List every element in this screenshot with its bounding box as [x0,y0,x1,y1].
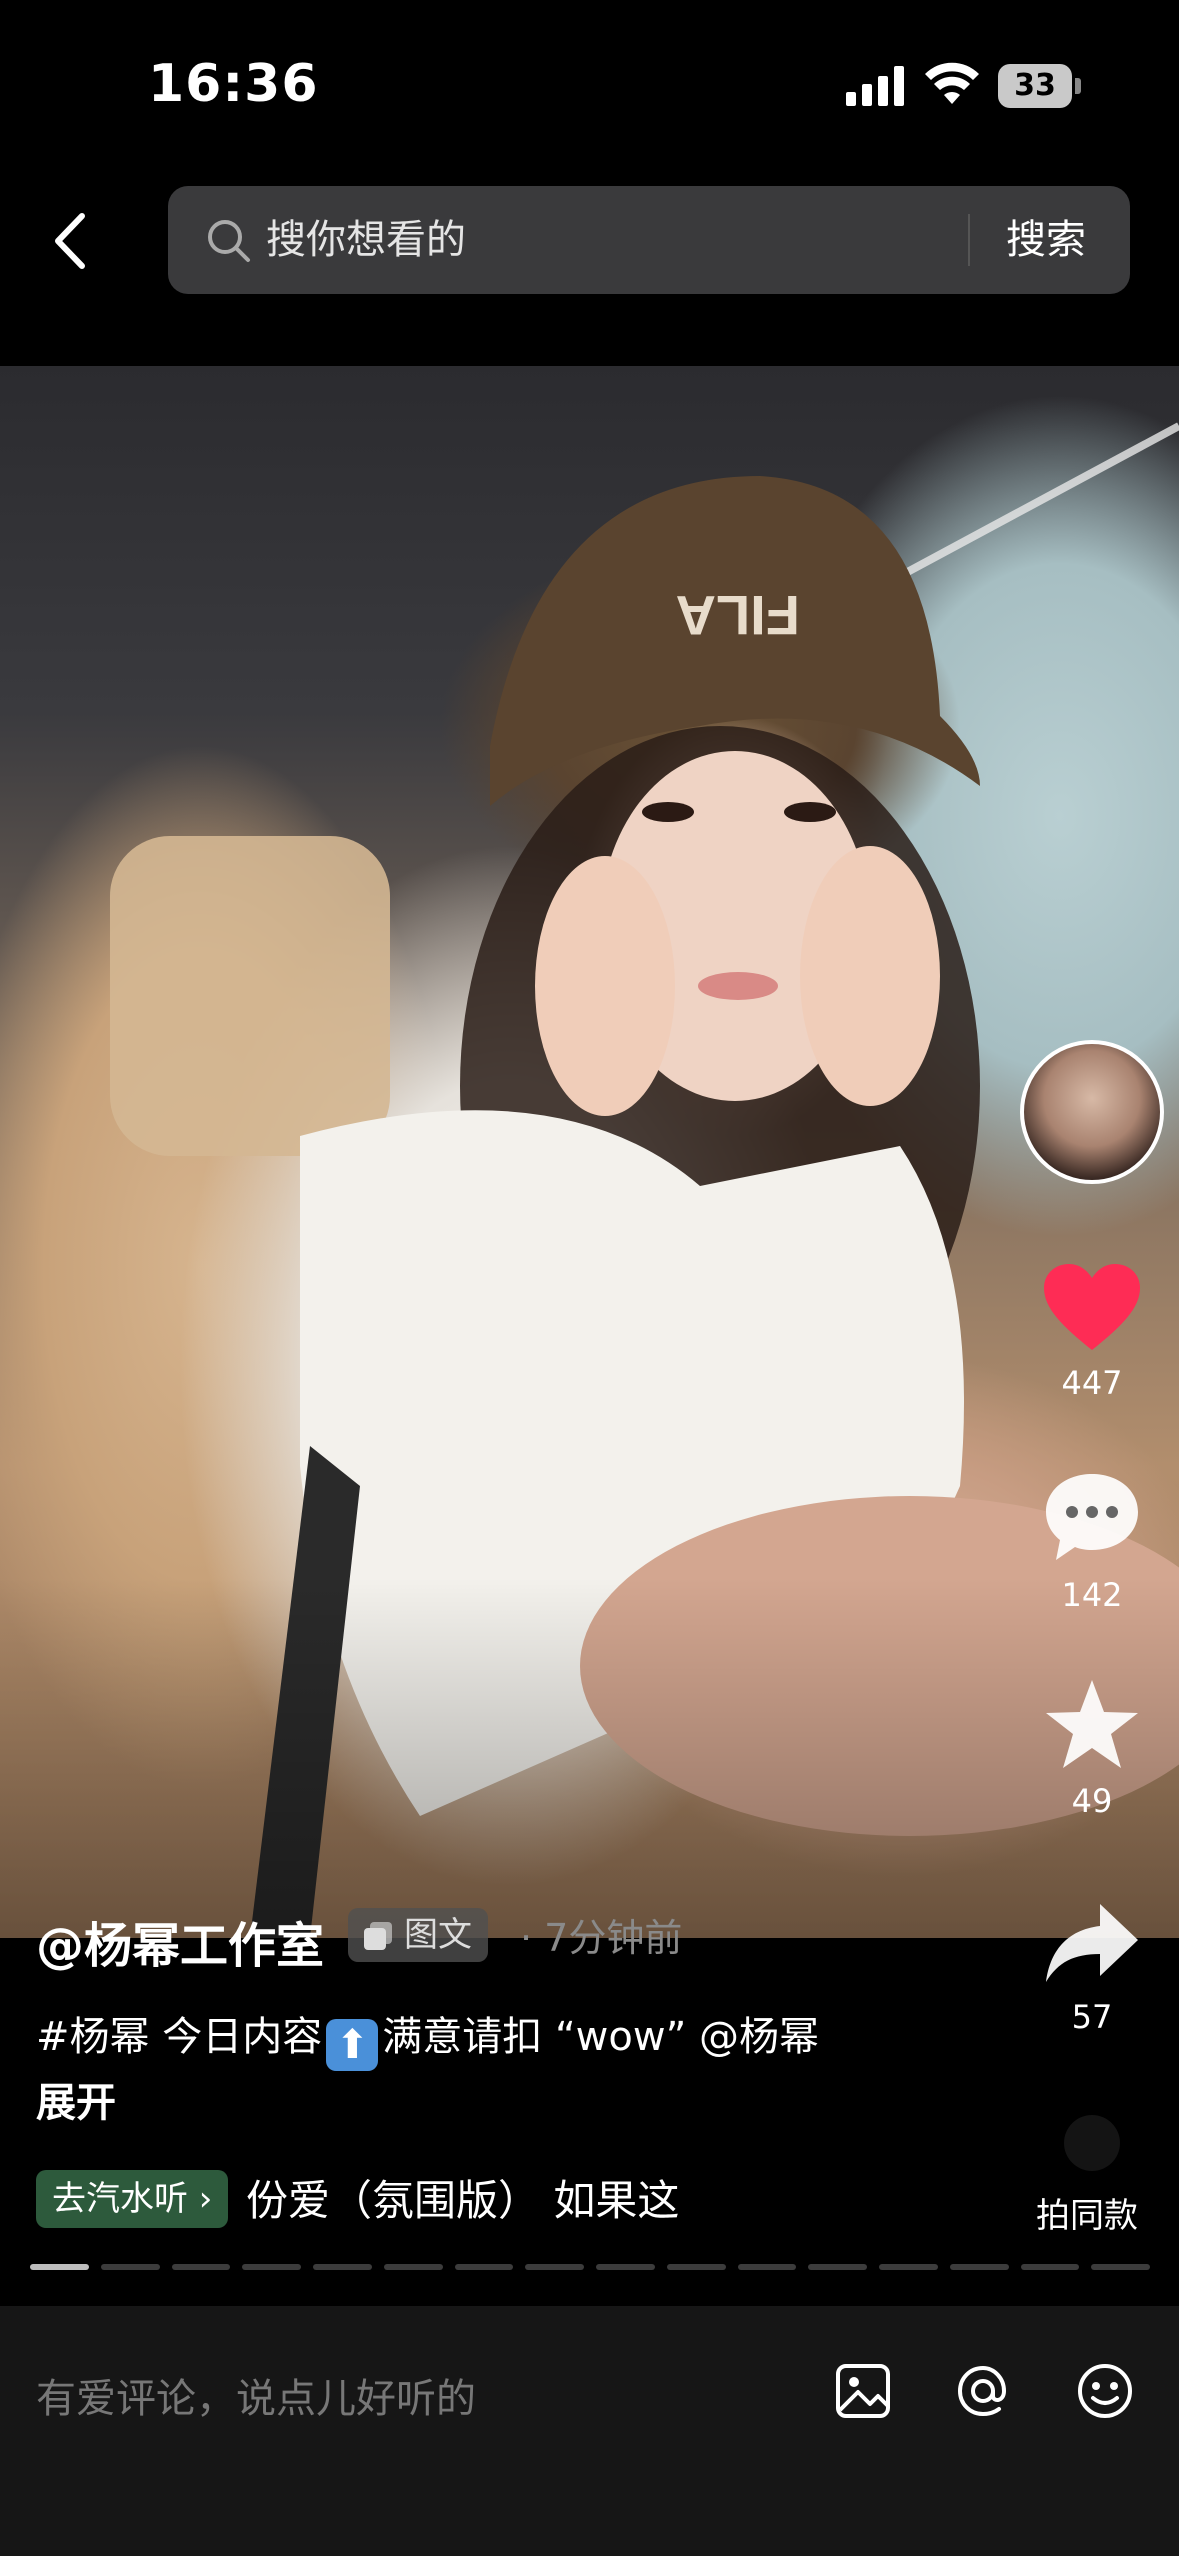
comment-bar: 有爱评论，说点儿好听的 [0,2306,1179,2556]
like-button[interactable]: 447 [1030,1262,1154,1402]
up-arrow-emoji: ⬆ [326,2019,379,2071]
favorite-count: 49 [1071,1782,1113,1820]
same-style-button[interactable]: 拍同款 [1036,2188,1138,2237]
progress-segment [666,2264,726,2270]
gallery-icon [364,1922,392,1950]
progress-segment [313,2264,372,2270]
search-button[interactable]: 搜索 [1006,186,1086,294]
progress-segment [454,2264,514,2270]
share-count: 57 [1071,1998,1113,2036]
image-progress-indicator [30,2264,1150,2272]
post-image[interactable]: FILA [0,366,1179,1938]
progress-segment [525,2264,584,2270]
progress-segment [171,2264,231,2270]
star-icon [1046,1680,1138,1768]
battery-level: 33 [998,64,1072,108]
progress-segment [949,2264,1009,2270]
progress-segment [383,2264,443,2270]
post-type-badge: 图文 [348,1908,488,1962]
back-arrow-icon[interactable] [40,206,100,276]
expand-caption-button[interactable]: 展开 [36,2070,116,2128]
progress-segment [100,2264,160,2270]
post-type-label: 图文 [404,1915,472,1955]
image-icon[interactable] [830,2358,896,2424]
search-divider [968,214,970,266]
caption-text-end: 满意请扣 “wow” @杨幂 [382,2014,820,2060]
wifi-icon [925,62,979,104]
post-caption[interactable]: #杨幂 今日内容 ⬆ 满意请扣 “wow” @杨幂 [36,2004,819,2071]
progress-segment [30,2264,89,2270]
status-bar: 16:36 33 [0,0,1179,170]
progress-segment [1020,2264,1080,2270]
progress-segment [242,2264,301,2270]
search-header: 搜你想看的 搜索 [0,170,1179,366]
progress-segment [596,2264,655,2270]
heart-icon [1044,1264,1140,1350]
progress-segment [737,2264,797,2270]
progress-segment [1091,2264,1150,2270]
comment-input[interactable]: 有爱评论，说点儿好听的 [36,2366,476,2424]
comment-icon [1046,1474,1138,1560]
same-style-icon[interactable] [1030,2108,1154,2182]
like-count: 447 [1061,1364,1123,1402]
search-input[interactable]: 搜你想看的 [266,186,466,294]
progress-segment [808,2264,867,2270]
post-timestamp: · 7分钟前 [520,1916,683,1960]
music-title[interactable]: 份爱（氛围版） 如果这 [246,2166,726,2236]
emoji-icon[interactable] [1072,2358,1138,2424]
search-icon [208,220,250,262]
author-name[interactable]: @杨幂工作室 [36,1906,324,1976]
svg-text:FILA: FILA [676,584,800,647]
search-bar[interactable]: 搜你想看的 搜索 [168,186,1130,294]
caption-text-start: #杨幂 今日内容 [36,2014,323,2060]
battery-icon: 33 [998,64,1081,108]
cellular-signal-icon [846,66,904,106]
share-button[interactable]: 57 [1030,1900,1154,2036]
at-icon[interactable] [950,2358,1016,2424]
comment-count: 142 [1061,1576,1123,1614]
comment-button[interactable]: 142 [1030,1470,1154,1614]
progress-segment [879,2264,938,2270]
author-avatar[interactable] [1020,1040,1164,1184]
share-icon [1046,1904,1138,1982]
music-app-chip[interactable]: 去汽水听 › [36,2170,229,2228]
favorite-button[interactable]: 49 [1030,1676,1154,1820]
status-time: 16:36 [148,54,319,114]
